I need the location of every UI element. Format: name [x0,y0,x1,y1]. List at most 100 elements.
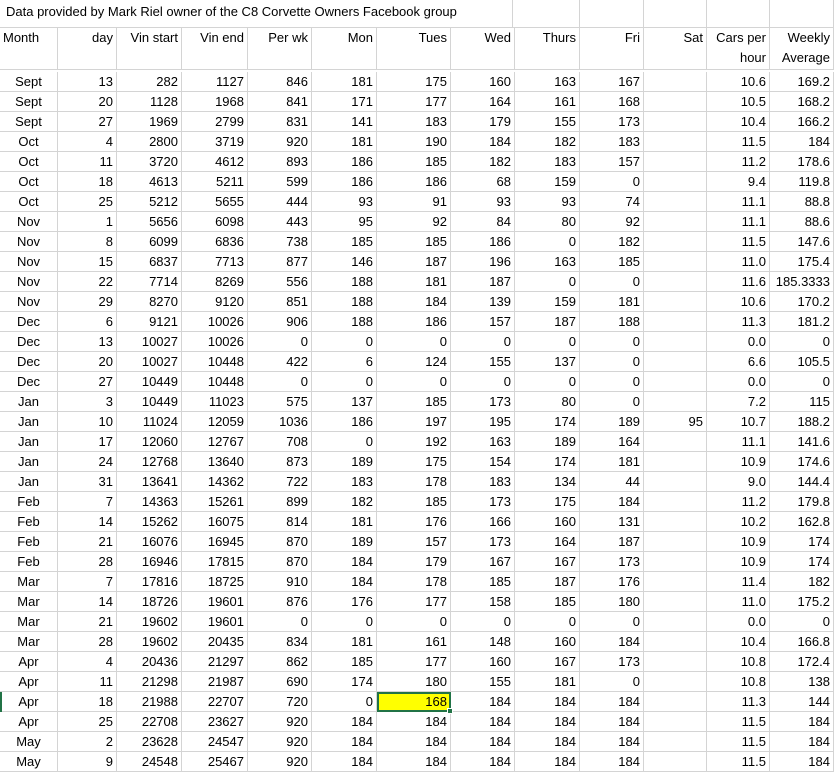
cell-fri[interactable]: 187 [580,532,644,552]
cell-vin-start[interactable]: 16076 [117,532,182,552]
cell-fri[interactable]: 131 [580,512,644,532]
cell-month[interactable]: Dec [0,372,58,392]
cell-month[interactable]: Dec [0,312,58,332]
cell-day[interactable]: 4 [58,132,117,152]
cell-fri[interactable]: 189 [580,412,644,432]
cell-mon[interactable]: 183 [312,472,377,492]
cell-per-wk[interactable]: 920 [248,712,312,732]
cell-vin-end[interactable]: 20435 [182,632,248,652]
cell-per-wk[interactable]: 920 [248,732,312,752]
header-mon[interactable]: Mon [312,28,377,70]
cell-day[interactable]: 27 [58,372,117,392]
cell-mon[interactable]: 186 [312,152,377,172]
cell-day[interactable]: 17 [58,432,117,452]
cell-mon[interactable]: 185 [312,652,377,672]
cell-sat[interactable] [644,292,707,312]
cell-vin-end[interactable]: 3719 [182,132,248,152]
cell-mon[interactable]: 0 [312,432,377,452]
header-wed[interactable]: Wed [451,28,515,70]
cell-vin-start[interactable]: 1969 [117,112,182,132]
cell-thurs[interactable]: 0 [515,332,580,352]
cell-weekly-average[interactable]: 174 [770,552,834,572]
cell-mon[interactable]: 0 [312,372,377,392]
cell-day[interactable]: 10 [58,412,117,432]
cell-day[interactable]: 6 [58,312,117,332]
cell-tues[interactable]: 175 [377,452,451,472]
cell-thurs[interactable]: 174 [515,412,580,432]
cell-mon[interactable]: 181 [312,132,377,152]
cell-per-wk[interactable]: 920 [248,752,312,772]
cell-thurs[interactable]: 80 [515,212,580,232]
cell-wed[interactable]: 195 [451,412,515,432]
cell-mon[interactable]: 0 [312,332,377,352]
cell-vin-end[interactable]: 6098 [182,212,248,232]
cell-day[interactable]: 29 [58,292,117,312]
cell-month[interactable]: Sept [0,92,58,112]
cell-fri[interactable]: 184 [580,492,644,512]
cell-wed[interactable]: 84 [451,212,515,232]
cell-month[interactable]: Sept [0,112,58,132]
cell-sat[interactable] [644,172,707,192]
cell-wed[interactable]: 158 [451,592,515,612]
cell-mon[interactable]: 188 [312,312,377,332]
cell-fri[interactable]: 92 [580,212,644,232]
cell-fri[interactable]: 0 [580,392,644,412]
spreadsheet-grid[interactable]: Data provided by Mark Riel owner of the … [0,0,834,775]
cell-vin-start[interactable]: 22708 [117,712,182,732]
cell-per-wk[interactable]: 814 [248,512,312,532]
cell-weekly-average[interactable]: 144.4 [770,472,834,492]
cell-per-wk[interactable]: 846 [248,72,312,92]
cell-weekly-average[interactable]: 138 [770,672,834,692]
cell-day[interactable]: 13 [58,72,117,92]
cell-cars-per-hour[interactable]: 10.2 [707,512,770,532]
cell-vin-end[interactable]: 10448 [182,372,248,392]
cell-tues[interactable]: 190 [377,132,451,152]
cell-sat[interactable] [644,732,707,752]
cell-sat[interactable] [644,332,707,352]
cell-cars-per-hour[interactable]: 10.9 [707,532,770,552]
cell-day[interactable]: 15 [58,252,117,272]
cell-per-wk[interactable]: 720 [248,692,312,712]
cell-vin-start[interactable]: 23628 [117,732,182,752]
cell-month[interactable]: Jan [0,432,58,452]
cell-per-wk[interactable]: 920 [248,132,312,152]
cell-day[interactable]: 24 [58,452,117,472]
cell-weekly-average[interactable]: 166.2 [770,112,834,132]
cell-thurs[interactable]: 184 [515,732,580,752]
cell-cars-per-hour[interactable]: 6.6 [707,352,770,372]
cell-vin-end[interactable]: 1127 [182,72,248,92]
cell-per-wk[interactable]: 722 [248,472,312,492]
cell-sat[interactable] [644,92,707,112]
cell-thurs[interactable]: 187 [515,572,580,592]
cell-fri[interactable]: 157 [580,152,644,172]
cell-month[interactable]: Nov [0,232,58,252]
header-vin-end[interactable]: Vin end [182,28,248,70]
cell-fri[interactable]: 0 [580,372,644,392]
cell-day[interactable]: 11 [58,672,117,692]
cell-tues[interactable]: 177 [377,652,451,672]
cell-mon[interactable]: 95 [312,212,377,232]
cell-weekly-average[interactable]: 115 [770,392,834,412]
cell-cars-per-hour[interactable]: 10.4 [707,112,770,132]
cell-wed[interactable]: 185 [451,572,515,592]
cell-vin-end[interactable]: 16075 [182,512,248,532]
cell-vin-start[interactable]: 4613 [117,172,182,192]
cell-thurs[interactable]: 160 [515,632,580,652]
cell-cars-per-hour[interactable]: 10.8 [707,652,770,672]
cell-tues[interactable]: 183 [377,112,451,132]
cell-vin-start[interactable]: 6837 [117,252,182,272]
cell-day[interactable]: 25 [58,192,117,212]
cell-vin-start[interactable]: 1128 [117,92,182,112]
cell-wed[interactable]: 139 [451,292,515,312]
cell-mon[interactable]: 181 [312,72,377,92]
cell-weekly-average[interactable]: 0 [770,332,834,352]
cell-thurs[interactable]: 181 [515,672,580,692]
cell-per-wk[interactable]: 1036 [248,412,312,432]
cell-weekly-average[interactable]: 168.2 [770,92,834,112]
cell-sat[interactable] [644,652,707,672]
cell-vin-start[interactable]: 18726 [117,592,182,612]
cell-cars-per-hour[interactable]: 10.6 [707,72,770,92]
cell-vin-start[interactable]: 5656 [117,212,182,232]
cell-weekly-average[interactable]: 184 [770,732,834,752]
cell-day[interactable]: 28 [58,632,117,652]
